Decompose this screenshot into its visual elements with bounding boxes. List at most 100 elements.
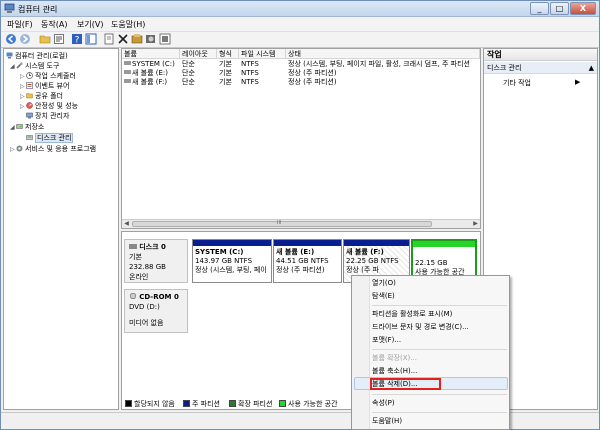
hard-disk-icon (129, 244, 137, 249)
partition-c-status: 정상 (시스템, 부팅, 페이 (195, 266, 267, 274)
horizontal-scrollbar[interactable]: ◀ III ▶ (122, 219, 480, 228)
menu-file[interactable]: 파일(F) (7, 19, 33, 30)
actions-section-disk-management[interactable]: 디스크 관리 ▲ (484, 62, 597, 74)
column-volume[interactable]: 볼륨 (122, 49, 180, 59)
tree-item-root[interactable]: 컴퓨터 관리(로컬) (6, 51, 68, 61)
cell-file-system: NTFS (241, 78, 259, 86)
collapse-up-icon[interactable]: ▲ (589, 62, 594, 74)
cdrom-icon (129, 292, 137, 300)
disk-0-type: 기본 (129, 253, 142, 261)
legend-extended: 확장 파티션 (229, 399, 272, 409)
chevron-right-icon: ▶ (575, 78, 581, 86)
cell-file-system: NTFS (241, 69, 259, 77)
free-space-bar (413, 241, 475, 247)
cell-layout: 단순 (182, 60, 195, 68)
menu-mark-active[interactable]: 파티션을 활성화로 표시(M) (372, 309, 452, 320)
export-icon[interactable] (103, 33, 115, 45)
free-space-size: 22.15 GB (415, 259, 448, 267)
zoom-icon[interactable] (159, 33, 171, 45)
close-button[interactable]: X (570, 2, 596, 15)
cdrom-0-label[interactable]: CD-ROM 0 DVD (D:) 미디어 없음 (124, 289, 188, 333)
cell-layout: 단순 (182, 78, 195, 86)
menu-extend-volume[interactable]: 볼륨 확장(X)... (372, 353, 417, 364)
back-icon[interactable] (5, 33, 17, 45)
tree-item-event-viewer[interactable]: ▷ 이벤트 뷰어 (20, 81, 69, 91)
primary-partition-bar (274, 240, 341, 246)
clock-icon (26, 72, 33, 79)
menu-view[interactable]: 보기(V) (77, 19, 103, 30)
column-status[interactable]: 상태 (286, 49, 480, 59)
help-icon[interactable]: ? (71, 33, 83, 45)
tree-item-device-manager[interactable]: 장치 관리자 (26, 111, 69, 121)
forward-icon[interactable] (19, 33, 31, 45)
column-type[interactable]: 형식 (217, 49, 239, 59)
cell-volume: 새 볼륨 (F:) (122, 78, 180, 87)
device-manager-icon (26, 112, 33, 119)
services-icon (16, 145, 23, 152)
tree-item-task-scheduler[interactable]: ▷ 작업 스케줄러 (20, 71, 76, 81)
scroll-thumb[interactable]: III (132, 220, 432, 227)
cell-layout: 단순 (182, 69, 195, 77)
cell-file-system: NTFS (241, 60, 259, 68)
refresh-icon[interactable] (131, 33, 143, 45)
menu-change-drive-letter[interactable]: 드라이브 문자 및 경로 변경(C)... (372, 322, 469, 333)
minimize-button[interactable]: _ (530, 2, 549, 15)
tree-item-storage[interactable]: ◢ 저장소 (10, 122, 44, 132)
delete-icon[interactable] (117, 33, 129, 45)
search-icon[interactable] (145, 33, 157, 45)
menu-separator (372, 305, 507, 306)
tree-item-shared-folders[interactable]: ▷ 공유 폴더 (20, 91, 63, 101)
more-actions[interactable]: 기타 작업 ▶ (503, 78, 580, 88)
menu-shrink-volume[interactable]: 볼륨 축소(H)... (372, 366, 417, 377)
scroll-right-button[interactable]: ▶ (471, 220, 480, 228)
legend-swatch (183, 400, 190, 407)
table-row[interactable]: 새 볼륨 (F:) 단순 기본 NTFS 정상 (주 파티션) (122, 78, 480, 87)
title-bar[interactable]: 컴퓨터 관리 _ □ X (1, 1, 599, 17)
performance-icon (26, 102, 33, 109)
tree-item-services-applications[interactable]: ▷ 서비스 및 응용 프로그램 (10, 144, 96, 154)
computer-management-icon (4, 3, 15, 13)
menu-action[interactable]: 동작(A) (41, 19, 67, 30)
column-layout[interactable]: 레이아웃 (180, 49, 217, 59)
menu-bar: 파일(F) 동작(A) 보기(V) 도움말(H) (1, 17, 599, 32)
shared-folder-icon (26, 93, 33, 99)
cell-volume: SYSTEM (C:) (122, 60, 180, 69)
partition-e-size: 44.51 GB NTFS (276, 257, 329, 265)
cell-status: 정상 (시스템, 부팅, 페이지 파일, 활성, 크래시 덤프, 주 파티션 (288, 60, 471, 68)
window-title: 컴퓨터 관리 (18, 5, 58, 14)
disk-0-label[interactable]: 디스크 0 기본 232.88 GB 온라인 (124, 239, 188, 283)
menu-format[interactable]: 포맷(F)... (372, 335, 401, 346)
menu-help[interactable]: 도움말(H) (111, 19, 145, 30)
toolbar: ? (1, 32, 599, 48)
partition-c-name: SYSTEM (C:) (195, 248, 244, 256)
partition-e[interactable]: 새 볼륨 (E:) 44.51 GB NTFS 정상 (주 파티션) (273, 239, 342, 283)
legend-swatch (125, 400, 132, 407)
folder-icon[interactable] (39, 33, 51, 45)
tree-item-reliability-performance[interactable]: ▷ 안정성 및 성능 (20, 101, 78, 111)
table-row[interactable]: SYSTEM (C:) 단순 기본 NTFS 정상 (시스템, 부팅, 페이지 … (122, 60, 480, 69)
scroll-left-button[interactable]: ◀ (122, 220, 131, 228)
menu-open[interactable]: 열기(O) (372, 278, 396, 289)
cell-type: 기본 (219, 78, 232, 86)
view-icon[interactable] (85, 33, 97, 45)
cell-status: 정상 (주 파티션) (288, 69, 337, 77)
menu-properties[interactable]: 속성(P) (372, 398, 395, 409)
navigation-tree: 컴퓨터 관리(로컬) ◢ 시스템 도구 ▷ 작업 스케줄러 ▷ 이벤트 뷰어 ▷ 공유 … (3, 48, 119, 410)
partition-c[interactable]: SYSTEM (C:) 143.97 GB NTFS 정상 (시스템, 부팅, … (192, 239, 272, 283)
tree-item-system-tools[interactable]: ◢ 시스템 도구 (10, 61, 59, 71)
legend-swatch (229, 400, 236, 407)
properties-icon[interactable] (53, 33, 65, 45)
menu-separator (372, 394, 507, 395)
column-file-system[interactable]: 파일 시스템 (239, 49, 286, 59)
table-row[interactable]: 새 볼륨 (E:) 단순 기본 NTFS 정상 (주 파티션) (122, 69, 480, 78)
tree-item-disk-management[interactable]: 디스크 관리 (26, 133, 74, 143)
menu-explore[interactable]: 탐색(E) (372, 291, 395, 302)
legend-primary: 주 파티션 (183, 399, 220, 409)
volume-list-header: 볼륨 레이아웃 형식 파일 시스템 상태 (122, 49, 480, 59)
cell-volume: 새 볼륨 (E:) (122, 69, 180, 78)
menu-help-item[interactable]: 도움말(H) (372, 416, 402, 427)
partition-f-size: 22.25 GB NTFS (346, 257, 399, 265)
disk-0-status: 온라인 (129, 273, 149, 281)
disk-0-size: 232.88 GB (129, 263, 166, 271)
maximize-button[interactable]: □ (550, 2, 569, 15)
